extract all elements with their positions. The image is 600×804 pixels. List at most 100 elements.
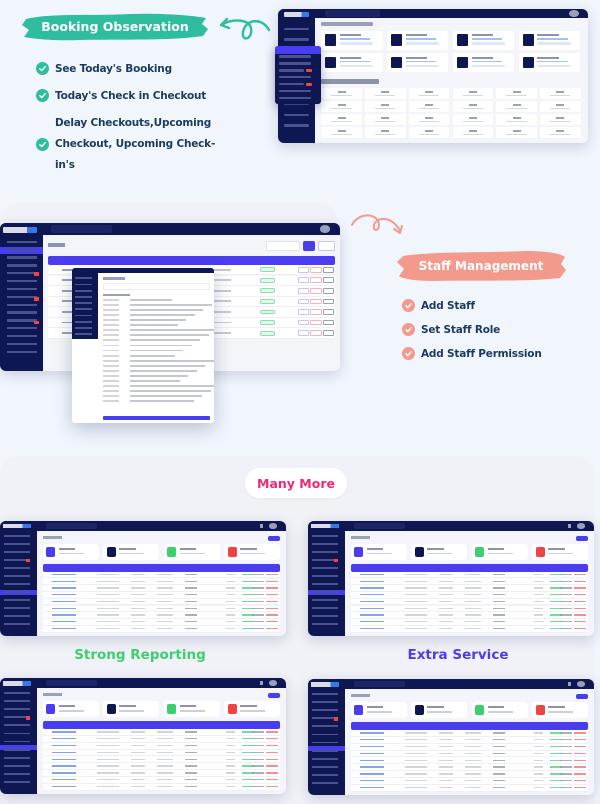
section-heading bbox=[321, 79, 379, 84]
table-cell bbox=[438, 607, 453, 609]
table-cell bbox=[533, 594, 544, 596]
table-cell bbox=[185, 594, 198, 596]
menu-item bbox=[278, 69, 304, 72]
room-cell bbox=[540, 88, 581, 100]
room-cell-type bbox=[506, 94, 527, 97]
permission-options bbox=[129, 354, 175, 357]
permission-options bbox=[129, 389, 211, 392]
table-row bbox=[42, 756, 281, 764]
table-cell bbox=[360, 780, 385, 782]
sidebar-item bbox=[4, 765, 31, 767]
room-cell-type bbox=[418, 120, 440, 122]
stat-icon bbox=[475, 704, 485, 716]
stat-value bbox=[427, 547, 444, 550]
table-cell bbox=[464, 766, 482, 768]
status-badge bbox=[260, 288, 275, 294]
table-cell bbox=[360, 621, 385, 623]
table-cell bbox=[493, 594, 506, 596]
table-cell bbox=[130, 738, 145, 740]
feature-label-line: in's bbox=[55, 159, 75, 171]
delete-button bbox=[310, 266, 322, 273]
table-cell bbox=[405, 621, 427, 623]
table-row bbox=[350, 585, 589, 592]
room-cell-number bbox=[468, 104, 477, 106]
due-amount bbox=[266, 779, 278, 781]
table-cell bbox=[130, 627, 145, 630]
booking-observation-title: Booking Observation bbox=[41, 19, 189, 34]
sidebar-badge bbox=[333, 717, 339, 721]
table-cell bbox=[225, 772, 236, 774]
status-badge bbox=[260, 330, 275, 336]
stat-value bbox=[487, 547, 505, 550]
table-cell bbox=[438, 786, 453, 789]
room-card bbox=[387, 53, 449, 72]
table-cell bbox=[52, 765, 77, 767]
table-row bbox=[42, 749, 281, 757]
modal-sidebar-item bbox=[74, 320, 92, 323]
table-row bbox=[42, 783, 281, 791]
add-button bbox=[268, 693, 281, 698]
paid-amount bbox=[550, 627, 563, 630]
room-cell-type bbox=[375, 120, 396, 122]
sidebar-item bbox=[312, 733, 339, 736]
sidebar-item bbox=[284, 27, 309, 31]
table-cell bbox=[130, 751, 145, 754]
table-cell bbox=[405, 786, 427, 789]
table-cell bbox=[185, 614, 198, 616]
room-cell-type bbox=[331, 94, 352, 97]
room-cell bbox=[408, 114, 450, 125]
room-cell bbox=[540, 114, 581, 125]
permission-options bbox=[129, 339, 201, 342]
stat-card bbox=[411, 701, 468, 719]
room-cell-type bbox=[506, 133, 527, 135]
bell-icon bbox=[568, 682, 572, 686]
permission-group bbox=[103, 319, 120, 322]
table-cell bbox=[533, 600, 544, 603]
room-cell-type bbox=[418, 107, 440, 110]
stat-card bbox=[163, 543, 220, 561]
sidebar-item bbox=[312, 725, 339, 728]
permission-group bbox=[103, 379, 120, 382]
table-row bbox=[350, 743, 589, 751]
sidebar bbox=[0, 521, 38, 636]
sidebar-item bbox=[312, 542, 339, 545]
room-card-line bbox=[471, 56, 493, 59]
table-cell bbox=[438, 752, 453, 755]
table-cell bbox=[185, 772, 198, 774]
table-row bbox=[42, 619, 281, 626]
due-amount bbox=[266, 614, 278, 616]
sidebar-item bbox=[312, 709, 339, 711]
table-cell bbox=[533, 780, 544, 782]
room-cell bbox=[321, 88, 362, 100]
room-cell-number bbox=[468, 91, 477, 93]
table-cell bbox=[360, 580, 385, 582]
delete-button bbox=[310, 277, 322, 284]
feature-item: Add Staff bbox=[402, 299, 475, 312]
permission-options bbox=[129, 369, 197, 372]
table-cell bbox=[225, 621, 236, 623]
table-cell bbox=[533, 607, 544, 609]
table-cell bbox=[464, 739, 482, 741]
top-bar bbox=[308, 679, 594, 690]
booking-observation-banner: Booking Observation bbox=[20, 10, 210, 43]
table-cell bbox=[52, 600, 77, 603]
paid-amount bbox=[550, 773, 563, 775]
room-card bbox=[519, 53, 581, 72]
table-cell bbox=[225, 594, 236, 596]
table-cell bbox=[493, 786, 506, 789]
room-cell-number bbox=[337, 117, 346, 119]
room-card-line bbox=[405, 56, 428, 59]
room-card-tag bbox=[405, 64, 440, 67]
sidebar-badge bbox=[333, 558, 339, 563]
stat-label bbox=[58, 552, 84, 555]
permission-options bbox=[129, 314, 195, 317]
table-cell bbox=[405, 766, 427, 768]
room-cell-type bbox=[418, 94, 440, 97]
modal-save-bar[interactable] bbox=[103, 416, 210, 420]
table-cell bbox=[130, 744, 145, 747]
table-cell bbox=[130, 731, 145, 733]
sidebar-item bbox=[6, 350, 38, 353]
sidebar-item bbox=[4, 567, 31, 569]
due-amount bbox=[574, 587, 586, 589]
table-cell bbox=[52, 614, 77, 616]
